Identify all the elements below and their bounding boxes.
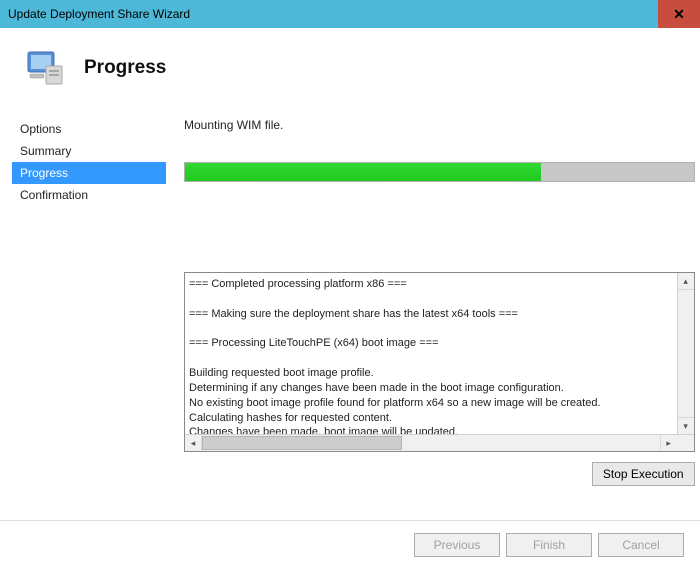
nav-item-summary[interactable]: Summary — [12, 140, 166, 162]
nav-item-confirmation[interactable]: Confirmation — [12, 184, 166, 206]
wizard-header: Progress — [0, 28, 700, 114]
vertical-scroll-track[interactable] — [678, 290, 694, 417]
scroll-corner — [677, 435, 694, 451]
scroll-down-icon[interactable]: ▾ — [678, 417, 694, 434]
scroll-left-icon[interactable]: ◂ — [185, 435, 202, 451]
nav-item-progress[interactable]: Progress — [12, 162, 166, 184]
log-box: === Completed processing platform x86 ==… — [184, 272, 695, 452]
log-text: === Completed processing platform x86 ==… — [185, 273, 677, 434]
page-title: Progress — [84, 57, 166, 79]
wizard-footer: Previous Finish Cancel — [0, 520, 700, 565]
main-panel: Mounting WIM file. === Completed process… — [166, 114, 700, 514]
wizard-nav: Options Summary Progress Confirmation — [12, 114, 166, 514]
progress-bar — [184, 162, 695, 182]
close-icon: ✕ — [673, 6, 685, 23]
close-button[interactable]: ✕ — [658, 0, 700, 28]
vertical-scrollbar[interactable]: ▴ ▾ — [677, 273, 694, 434]
scroll-right-icon[interactable]: ▸ — [660, 435, 677, 451]
horizontal-scrollbar[interactable]: ◂ ▸ — [185, 434, 694, 451]
status-text: Mounting WIM file. — [184, 118, 695, 132]
scroll-up-icon[interactable]: ▴ — [678, 273, 694, 290]
stop-execution-button[interactable]: Stop Execution — [592, 462, 695, 486]
wizard-body: Options Summary Progress Confirmation Mo… — [0, 114, 700, 514]
cancel-button[interactable]: Cancel — [598, 533, 684, 557]
window-title: Update Deployment Share Wizard — [8, 7, 190, 21]
nav-item-options[interactable]: Options — [12, 118, 166, 140]
titlebar: Update Deployment Share Wizard ✕ — [0, 0, 700, 28]
computer-icon — [24, 46, 68, 90]
horizontal-scroll-track[interactable] — [202, 435, 660, 451]
finish-button[interactable]: Finish — [506, 533, 592, 557]
progress-fill — [185, 163, 541, 181]
horizontal-scroll-thumb[interactable] — [202, 436, 402, 450]
previous-button[interactable]: Previous — [414, 533, 500, 557]
